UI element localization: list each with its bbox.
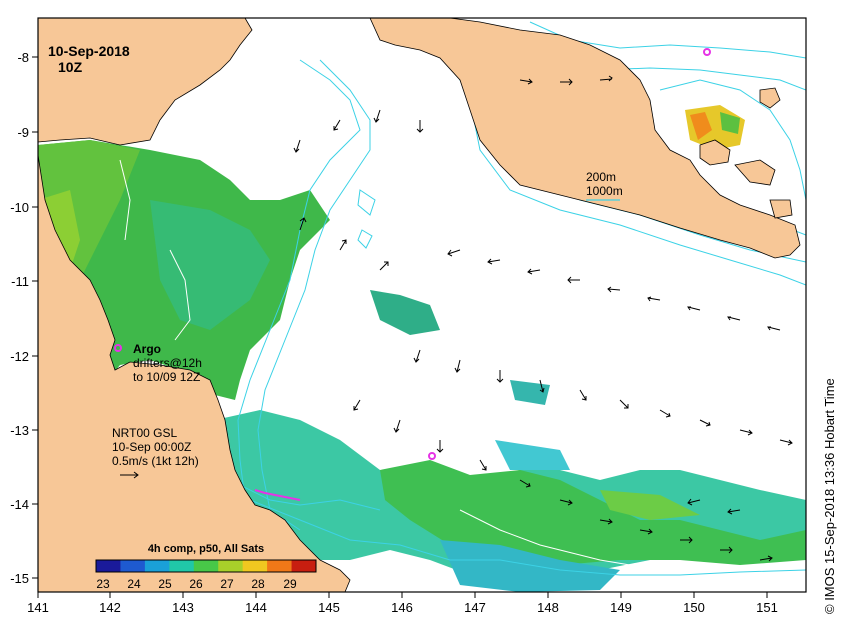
x-tick-149: 149 [610,600,632,615]
colorbar-swatch [193,560,219,572]
time-label: 10Z [58,59,83,75]
bathy-1000m: 1000m [586,184,623,198]
argo-line2: to 10/09 12Z [133,370,200,384]
y-tick-8: -8 [17,50,29,65]
x-tick-144: 144 [245,600,267,615]
colorbar-label-26: 26 [189,577,203,591]
x-tick-142: 142 [99,600,121,615]
colorbar-title: 4h comp, p50, All Sats [148,543,264,555]
date-label: 10-Sep-2018 [48,43,130,59]
colorbar-label-29: 29 [283,577,297,591]
x-tick-141: 141 [27,600,49,615]
colorbar-swatch [96,560,121,572]
y-tick-11: -11 [11,274,29,289]
x-tick-150: 150 [683,600,705,615]
argo-line1: drifters@12h [133,356,202,370]
colorbar-label-25: 25 [158,577,172,591]
y-tick-14: -14 [10,497,29,512]
sst-map: 141 142 143 144 145 146 147 148 149 150 … [10,17,807,615]
credit-label: © IMOS 15-Sep-2018 13:36 Hobart Time [822,378,837,614]
colorbar-label-24: 24 [127,577,141,591]
y-tick-10: -10 [10,200,29,215]
x-tick-148: 148 [537,600,559,615]
argo-title: Argo [133,342,161,356]
y-tick-labels: -8 -9 -10 -11 -12 -13 -14 -15 [10,50,29,586]
x-axis [37,592,768,598]
bathy-200m: 200m [586,170,616,184]
x-tick-151: 151 [756,600,778,615]
colorbar-swatch [218,560,244,572]
colorbar-label-23: 23 [96,577,110,591]
current-note-line1: NRT00 GSL [112,426,177,440]
current-note-line2: 10-Sep 00:00Z [112,440,191,454]
colorbar-swatch [291,560,317,572]
colorbar-label-28: 28 [251,577,265,591]
x-tick-146: 146 [391,600,413,615]
colorbar-swatch [267,560,293,572]
x-tick-147: 147 [464,600,486,615]
colorbar-swatch [242,560,268,572]
y-axis [32,56,38,579]
colorbar-swatch [144,560,170,572]
x-tick-labels: 141 142 143 144 145 146 147 148 149 150 … [27,600,778,615]
y-tick-15: -15 [10,571,29,586]
colorbar-label-27: 27 [220,577,234,591]
y-tick-13: -13 [10,423,29,438]
x-tick-143: 143 [172,600,194,615]
current-note-line3: 0.5m/s (1kt 12h) [112,454,199,468]
y-tick-9: -9 [17,125,29,140]
colorbar-swatch [120,560,146,572]
x-tick-145: 145 [318,600,340,615]
colorbar-swatch [169,560,195,572]
y-tick-12: -12 [10,349,29,364]
